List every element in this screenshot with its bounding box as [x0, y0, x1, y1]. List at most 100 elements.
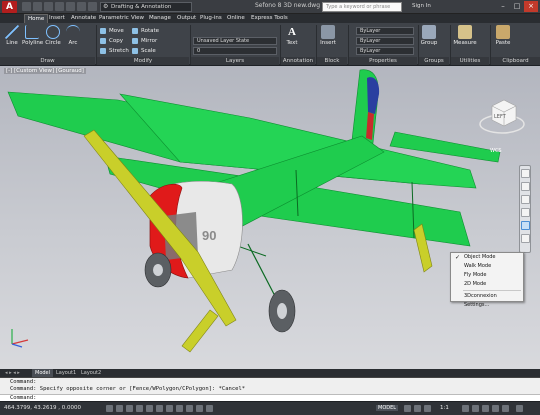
move-button[interactable]: Move	[100, 27, 124, 35]
insert-icon	[321, 25, 335, 39]
arc-button[interactable]: Arc	[63, 25, 83, 46]
tab-online[interactable]: Online	[224, 14, 248, 23]
color-dropdown[interactable]: ByLayer	[356, 27, 414, 35]
layout-nav-arrows[interactable]: ◂ ▸ ◂ ▸	[2, 369, 23, 377]
model-space-toggle[interactable]: MODEL	[376, 405, 399, 411]
redo-icon[interactable]	[88, 2, 97, 11]
ducs-icon[interactable]	[186, 405, 193, 412]
workspace-dropdown[interactable]: ⚙ Drafting & Annotation	[100, 2, 192, 12]
status-bar-menu-icon[interactable]	[502, 405, 509, 412]
annotation-scale[interactable]: 1:1	[440, 405, 449, 411]
rotate-button[interactable]: Rotate	[132, 27, 159, 35]
annotation-visibility-icon[interactable]	[424, 405, 431, 412]
grid-icon[interactable]	[126, 405, 133, 412]
copy-button[interactable]: Copy	[100, 37, 123, 45]
biplane-model: 90	[7, 69, 501, 353]
ortho-icon[interactable]	[136, 405, 143, 412]
group-icon	[422, 25, 436, 39]
tab-layout1[interactable]: Layout1	[53, 369, 79, 377]
menu-item-fly-mode[interactable]: Fly Mode	[451, 271, 523, 280]
tab-manage[interactable]: Manage	[146, 14, 174, 23]
panel-title-groups[interactable]: Groups	[419, 57, 449, 65]
drawing-viewport[interactable]: [-] [Custom View] [Gouraud] 90 LEFT WCS	[0, 66, 540, 369]
menu-item-2d-mode[interactable]: 2D Mode	[451, 280, 523, 289]
polyline-button[interactable]: Polyline	[22, 25, 43, 46]
snap-icon[interactable]	[116, 405, 123, 412]
lineweight-icon[interactable]	[206, 405, 213, 412]
tab-annotate[interactable]: Annotate	[68, 14, 99, 23]
line-button[interactable]: Line	[2, 25, 22, 46]
tab-layout2[interactable]: Layout2	[78, 369, 104, 377]
tab-home[interactable]: Home	[24, 14, 49, 23]
panel-title-annotation[interactable]: Annotation	[281, 57, 315, 65]
panel-title-block[interactable]: Block	[317, 57, 347, 65]
insert-button[interactable]: Insert	[318, 25, 338, 46]
title-bar: A ⚙ Drafting & Annotation Sefono 8 3D new…	[0, 0, 540, 14]
scale-button[interactable]: Scale	[132, 47, 156, 55]
search-input[interactable]: Type a keyword or phrase	[322, 2, 402, 12]
lock-icon[interactable]	[472, 405, 479, 412]
dyn-icon[interactable]	[196, 405, 203, 412]
quick-view-layouts-icon[interactable]	[404, 405, 411, 412]
isolate-objects-icon[interactable]	[492, 405, 499, 412]
zoom-icon[interactable]	[521, 195, 530, 204]
steering-wheel-icon[interactable]	[521, 169, 530, 178]
panel-title-layers[interactable]: Layers	[191, 57, 279, 65]
tab-parametric[interactable]: Parametric	[96, 14, 132, 23]
tab-output[interactable]: Output	[174, 14, 199, 23]
clean-screen-icon[interactable]	[516, 405, 523, 412]
tab-view[interactable]: View	[128, 14, 147, 23]
3d-osnap-icon[interactable]	[166, 405, 173, 412]
workspace-switching-icon[interactable]	[462, 405, 469, 412]
maximize-button[interactable]: □	[510, 1, 524, 12]
tab-insert[interactable]: Insert	[46, 14, 68, 23]
layer-dropdown[interactable]: 0	[193, 47, 277, 55]
3dconnexion-context-menu: ✓ Object Mode Walk Mode Fly Mode 2D Mode …	[450, 252, 524, 308]
sign-in-link[interactable]: Sign In	[412, 3, 431, 9]
ucs-icon	[11, 329, 29, 348]
panel-title-clipboard[interactable]: Clipboard	[491, 57, 540, 65]
otrack-icon[interactable]	[176, 405, 183, 412]
coordinate-readout[interactable]: 464.3799, 43.2619 , 0.0000	[4, 405, 81, 411]
plot-icon[interactable]	[66, 2, 75, 11]
open-icon[interactable]	[33, 2, 42, 11]
viewcube[interactable]: LEFT	[478, 90, 526, 138]
undo-icon[interactable]	[77, 2, 86, 11]
panel-title-properties[interactable]: Properties	[349, 57, 417, 65]
tab-plugins[interactable]: Plug-ins	[197, 14, 225, 23]
infer-constraints-icon[interactable]	[106, 405, 113, 412]
linetype-dropdown[interactable]: ByLayer	[356, 37, 414, 45]
polar-icon[interactable]	[146, 405, 153, 412]
orbit-icon[interactable]	[521, 208, 530, 217]
osnap-icon[interactable]	[156, 405, 163, 412]
showmotion-icon[interactable]	[521, 234, 530, 243]
paste-button[interactable]: Paste	[493, 25, 513, 46]
panel-title-modify[interactable]: Modify	[97, 57, 189, 65]
tab-model[interactable]: Model	[32, 369, 54, 377]
group-button[interactable]: Group	[419, 25, 439, 46]
minimize-button[interactable]: –	[496, 1, 510, 12]
saveas-icon[interactable]	[55, 2, 64, 11]
3dconnexion-icon[interactable]	[521, 221, 530, 230]
save-icon[interactable]	[44, 2, 53, 11]
menu-item-walk-mode[interactable]: Walk Mode	[451, 262, 523, 271]
mirror-button[interactable]: Mirror	[132, 37, 157, 45]
lineweight-dropdown[interactable]: ByLayer	[356, 47, 414, 55]
tab-express-tools[interactable]: Express Tools	[248, 14, 291, 23]
wcs-menu[interactable]: WCS	[490, 148, 502, 154]
menu-item-object-mode[interactable]: ✓ Object Mode	[451, 253, 523, 262]
close-button[interactable]: ×	[524, 1, 538, 12]
layer-state-dropdown[interactable]: Unsaved Layer State	[193, 37, 277, 45]
application-menu-button[interactable]: A	[2, 1, 17, 13]
pan-icon[interactable]	[521, 182, 530, 191]
measure-button[interactable]: Measure	[453, 25, 477, 46]
stretch-button[interactable]: Stretch	[100, 47, 129, 55]
panel-title-draw[interactable]: Draw	[0, 57, 95, 65]
panel-title-utilities[interactable]: Utilities	[451, 57, 489, 65]
menu-item-3dconnexion-settings[interactable]: 3Dconnexion Settings...	[451, 292, 523, 308]
new-icon[interactable]	[22, 2, 31, 11]
text-button[interactable]: A Text	[282, 25, 302, 46]
circle-button[interactable]: Circle	[43, 25, 63, 46]
quick-view-drawings-icon[interactable]	[414, 405, 421, 412]
hardware-acceleration-icon[interactable]	[482, 405, 489, 412]
